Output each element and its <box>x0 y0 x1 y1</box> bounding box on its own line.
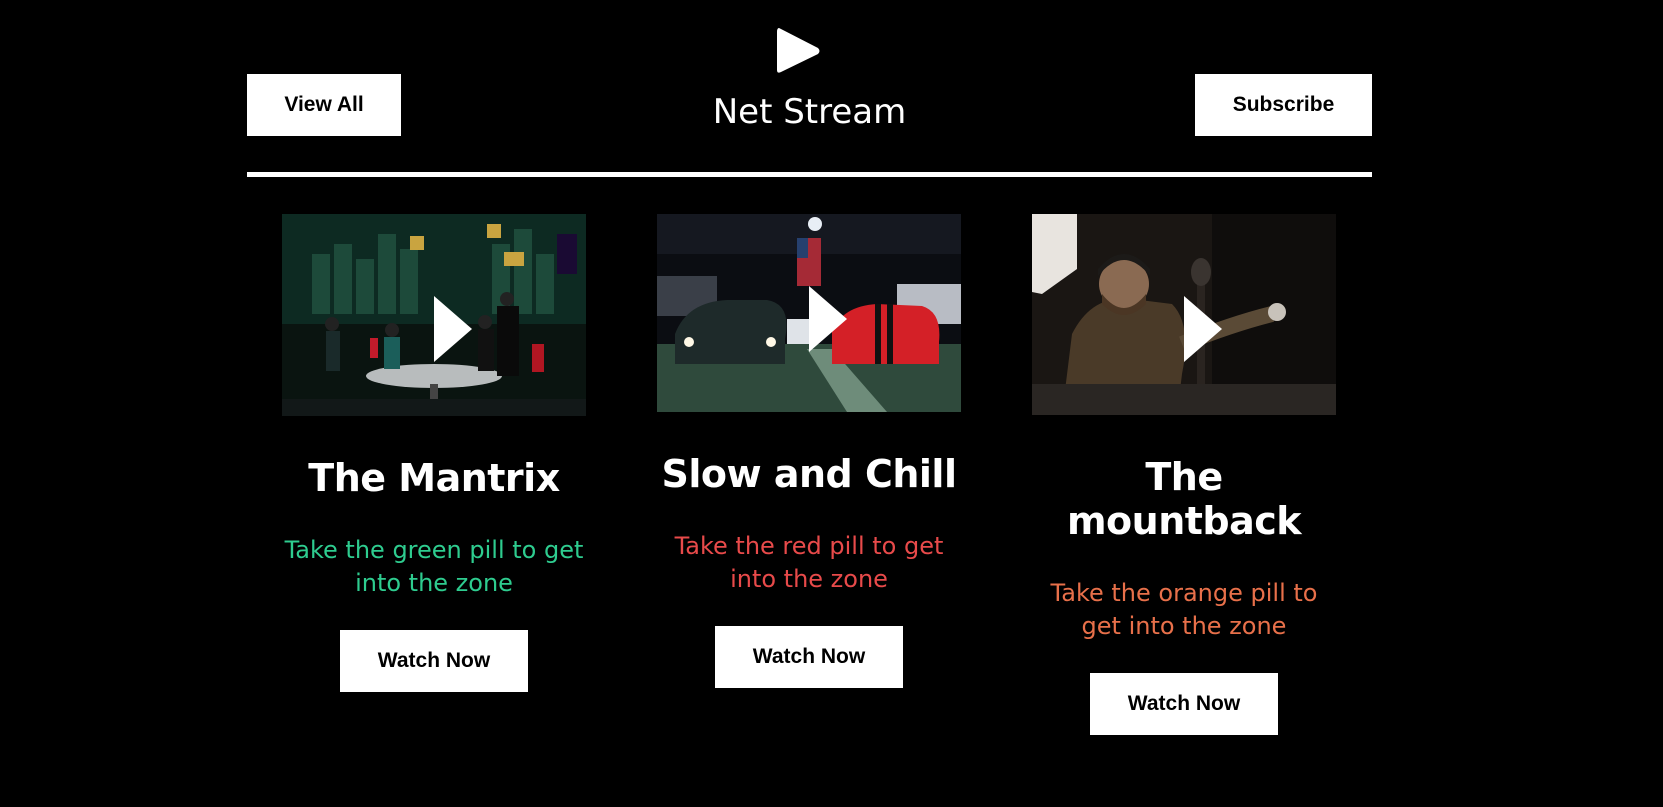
movie-thumbnail[interactable] <box>657 214 961 412</box>
movie-thumbnail[interactable] <box>1032 214 1336 415</box>
movie-card-slow-and-chill: Slow and Chill Take the red pill to get … <box>657 214 961 688</box>
movie-title: The mountback <box>1066 455 1302 543</box>
movie-card-mantrix: The Mantrix Take the green pill to get i… <box>282 214 586 692</box>
subscribe-button[interactable]: Subscribe <box>1195 74 1372 136</box>
play-icon[interactable] <box>432 296 472 362</box>
play-icon[interactable] <box>1182 296 1222 362</box>
movie-description: Take the red pill to get into the zone <box>674 532 944 593</box>
watch-now-button[interactable]: Watch Now <box>715 626 903 688</box>
movie-thumbnail[interactable] <box>282 214 586 416</box>
movie-description: Take the orange pill to get into the zon… <box>1050 579 1318 640</box>
movie-card-mountback: The mountback Take the orange pill to ge… <box>1032 214 1336 735</box>
movie-title: The Mantrix <box>308 456 560 500</box>
watch-now-button[interactable]: Watch Now <box>340 630 528 692</box>
movie-title: Slow and Chill <box>661 452 957 496</box>
play-logo-icon <box>777 28 820 73</box>
watch-now-button[interactable]: Watch Now <box>1090 673 1278 735</box>
play-icon[interactable] <box>807 286 847 352</box>
header-divider <box>247 172 1372 177</box>
movie-description: Take the green pill to get into the zone <box>284 536 584 597</box>
site-header: View All Net Stream Subscribe <box>247 0 1372 180</box>
